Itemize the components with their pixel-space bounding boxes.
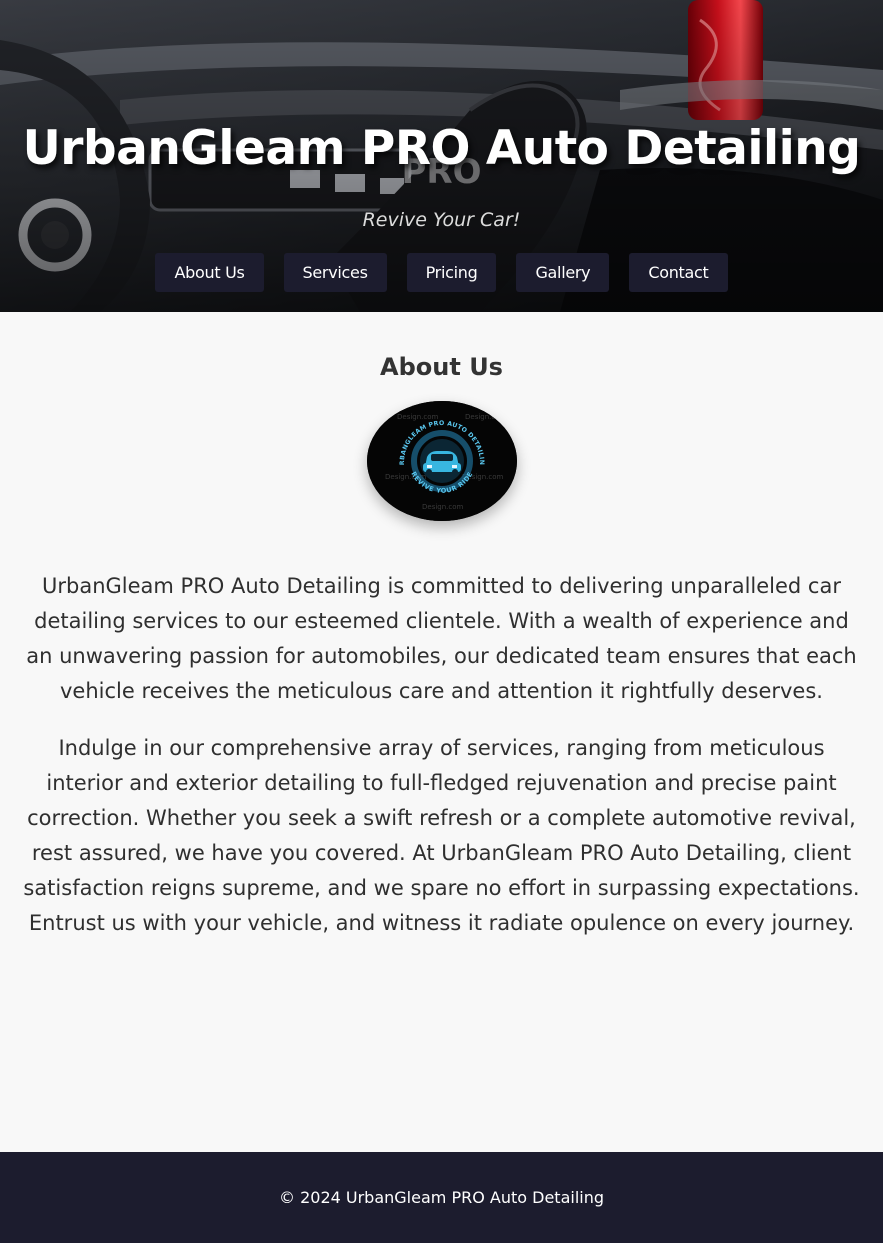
nav-contact-button[interactable]: Contact [629, 253, 728, 292]
about-paragraph-2: Indulge in our comprehensive array of se… [23, 736, 860, 935]
car-icon [422, 451, 461, 475]
svg-text:Design.com: Design.com [465, 413, 507, 421]
svg-text:Design.com: Design.com [422, 503, 464, 511]
about-section: About Us Design.com Design.com Design.co… [0, 312, 883, 941]
nav-about-us-button[interactable]: About Us [155, 253, 264, 292]
site-footer: © 2024 UrbanGleam PRO Auto Detailing [0, 1152, 883, 1243]
site-title: UrbanGleam PRO Auto Detailing [22, 121, 861, 176]
site-tagline: Revive Your Car! [362, 209, 521, 231]
nav-gallery-button[interactable]: Gallery [516, 253, 610, 292]
hero-banner: PRO UrbanGleam PRO Auto Detailing Revive… [0, 0, 883, 312]
company-logo: Design.com Design.com Design.com Design.… [366, 401, 517, 521]
nav-services-button[interactable]: Services [283, 253, 387, 292]
nav-pricing-button[interactable]: Pricing [406, 253, 497, 292]
main-nav: About Us Services Pricing Gallery Contac… [0, 253, 883, 292]
logo-watermark: Design.com [397, 413, 439, 421]
footer-copyright: © 2024 UrbanGleam PRO Auto Detailing [279, 1188, 604, 1207]
about-heading: About Us [380, 353, 503, 381]
about-paragraph-1: UrbanGleam PRO Auto Detailing is committ… [26, 574, 857, 703]
